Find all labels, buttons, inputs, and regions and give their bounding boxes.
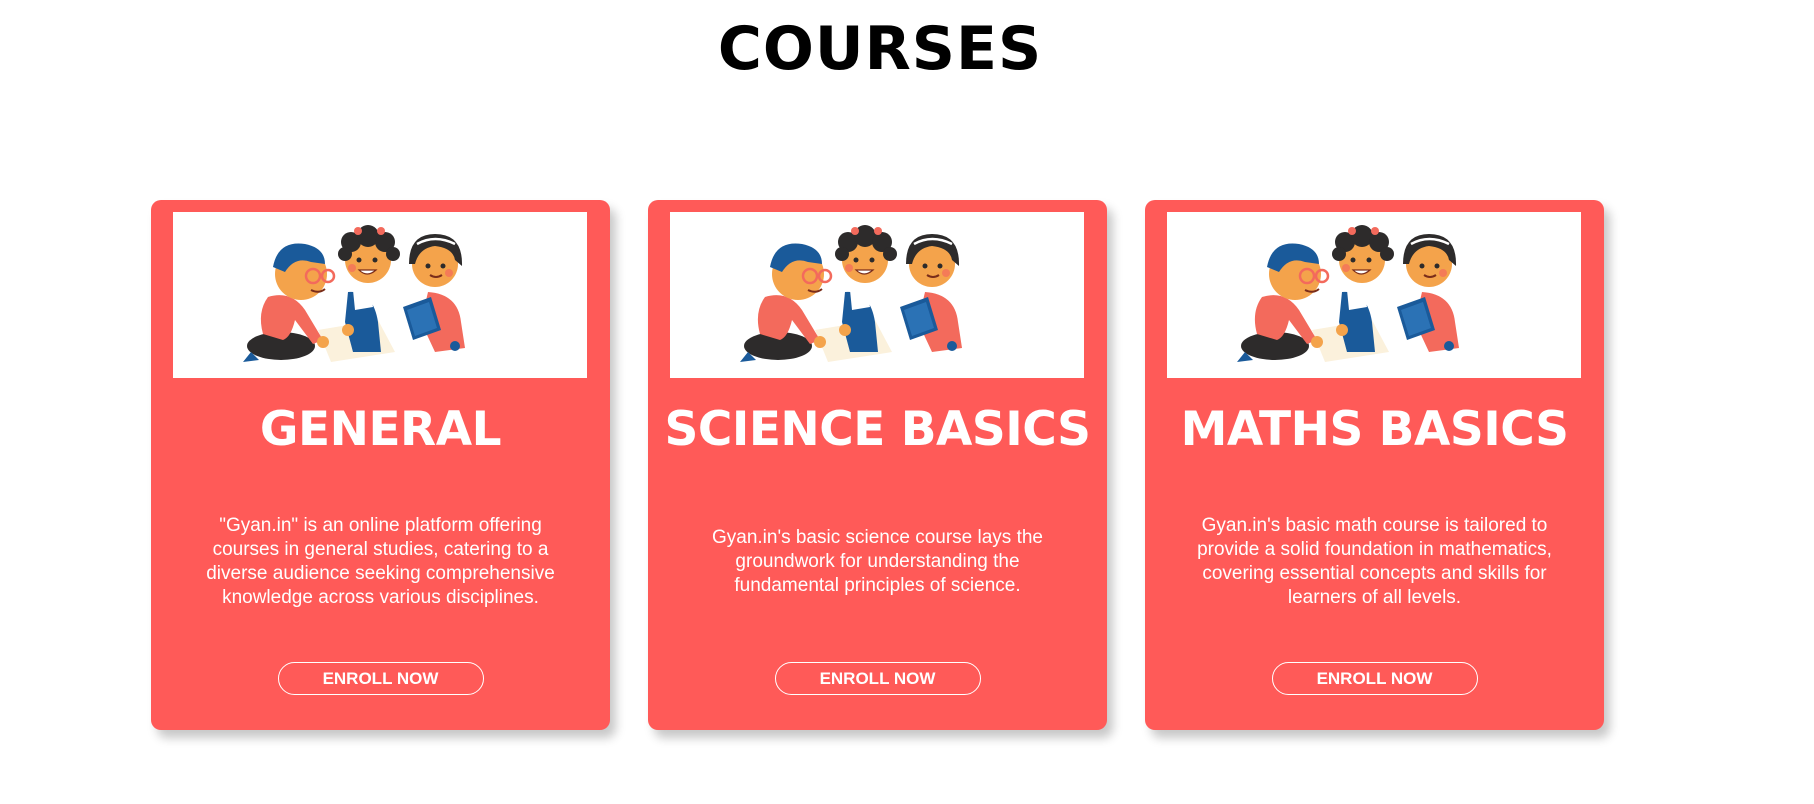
course-card-general: GENERAL "Gyan.in" is an online platform … xyxy=(151,200,610,730)
enroll-now-button[interactable]: ENROLL NOW xyxy=(277,662,484,695)
course-description: Gyan.in's basic math course is tailored … xyxy=(1197,515,1552,608)
course-card-science-basics: SCIENCE BASICS Gyan.in's basic science c… xyxy=(648,200,1107,730)
page-title: COURSES xyxy=(717,14,1043,84)
kids-studying-illustration xyxy=(173,212,587,378)
enroll-now-button[interactable]: ENROLL NOW xyxy=(774,662,981,695)
kids-studying-illustration xyxy=(1167,212,1581,378)
course-title: MATHS BASICS xyxy=(1180,402,1569,457)
kids-studying-illustration xyxy=(670,212,1084,378)
course-description: Gyan.in's basic science course lays the … xyxy=(711,527,1043,596)
enroll-now-button[interactable]: ENROLL NOW xyxy=(1271,662,1478,695)
course-card-maths-basics: MATHS BASICS Gyan.in's basic math course… xyxy=(1145,200,1604,730)
course-title: GENERAL xyxy=(259,402,502,457)
course-title: SCIENCE BASICS xyxy=(664,402,1091,457)
course-description: "Gyan.in" is an online platform offering… xyxy=(206,515,555,608)
